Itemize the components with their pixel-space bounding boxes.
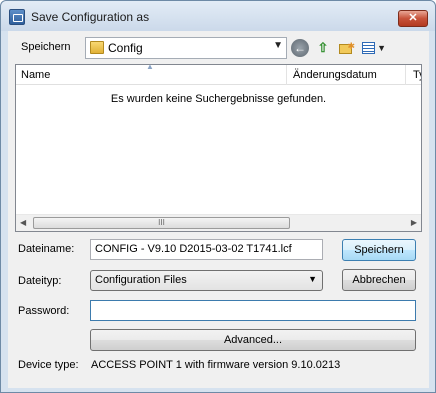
scroll-right-icon[interactable]: ▶ [411, 218, 417, 227]
empty-results-message: Es wurden keine Suchergebnisse gefunden. [110, 93, 327, 105]
column-name-label: Name [21, 69, 51, 81]
list-header: ▲ Name Änderungsdatum Ty [16, 62, 421, 85]
password-input[interactable] [90, 300, 416, 321]
new-folder-icon[interactable]: ✱ [337, 39, 355, 57]
up-folder-icon[interactable]: ⇧ [314, 39, 332, 57]
advanced-button[interactable]: Advanced... [90, 329, 416, 351]
column-header-name[interactable]: ▲ Name [16, 62, 287, 85]
filename-input[interactable]: CONFIG - V9.10 D2015-03-02 T1741.lcf [90, 239, 323, 260]
filetype-value: Configuration Files [95, 274, 187, 286]
location-value: Config [108, 41, 143, 55]
filename-value: CONFIG - V9.10 D2015-03-02 T1741.lcf [95, 243, 292, 255]
title-bar: Save Configuration as ✕ [1, 1, 435, 31]
scrollbar-thumb[interactable]: III [33, 217, 290, 229]
device-type-label: Device type: [18, 359, 79, 371]
filename-label: Dateiname: [18, 243, 75, 255]
sort-ascending-icon: ▲ [146, 62, 154, 71]
column-type-label: Ty [413, 69, 421, 81]
save-in-label: Speichern [21, 41, 71, 53]
views-menu-icon[interactable]: ▼ [360, 39, 386, 57]
file-list[interactable]: ▲ Name Änderungsdatum Ty Es wurden keine… [15, 62, 422, 232]
filetype-dropdown[interactable]: Configuration Files ▼ [90, 270, 323, 291]
app-icon [9, 9, 25, 25]
horizontal-scrollbar[interactable]: ◀ III ▶ [16, 214, 421, 231]
chevron-down-icon: ▼ [273, 40, 283, 51]
save-dialog: Save Configuration as ✕ Speichern Config… [0, 0, 436, 393]
back-arrow-icon[interactable]: ← [291, 39, 309, 57]
column-header-date[interactable]: Änderungsdatum [288, 65, 406, 85]
device-type-value: ACCESS POINT 1 with firmware version 9.1… [91, 359, 341, 371]
column-date-label: Änderungsdatum [293, 69, 377, 81]
cancel-button[interactable]: Abbrechen [342, 269, 416, 291]
window-title: Save Configuration as [31, 10, 150, 24]
column-header-type[interactable]: Ty [407, 65, 421, 85]
scroll-left-icon[interactable]: ◀ [20, 218, 26, 227]
filetype-label: Dateityp: [18, 275, 62, 287]
password-label: Password: [18, 305, 70, 317]
save-button[interactable]: Speichern [342, 239, 416, 261]
location-combobox[interactable]: Config ▼ [85, 37, 287, 59]
close-button[interactable]: ✕ [398, 10, 428, 27]
chevron-down-icon: ▼ [308, 274, 317, 284]
folder-icon [90, 41, 104, 54]
